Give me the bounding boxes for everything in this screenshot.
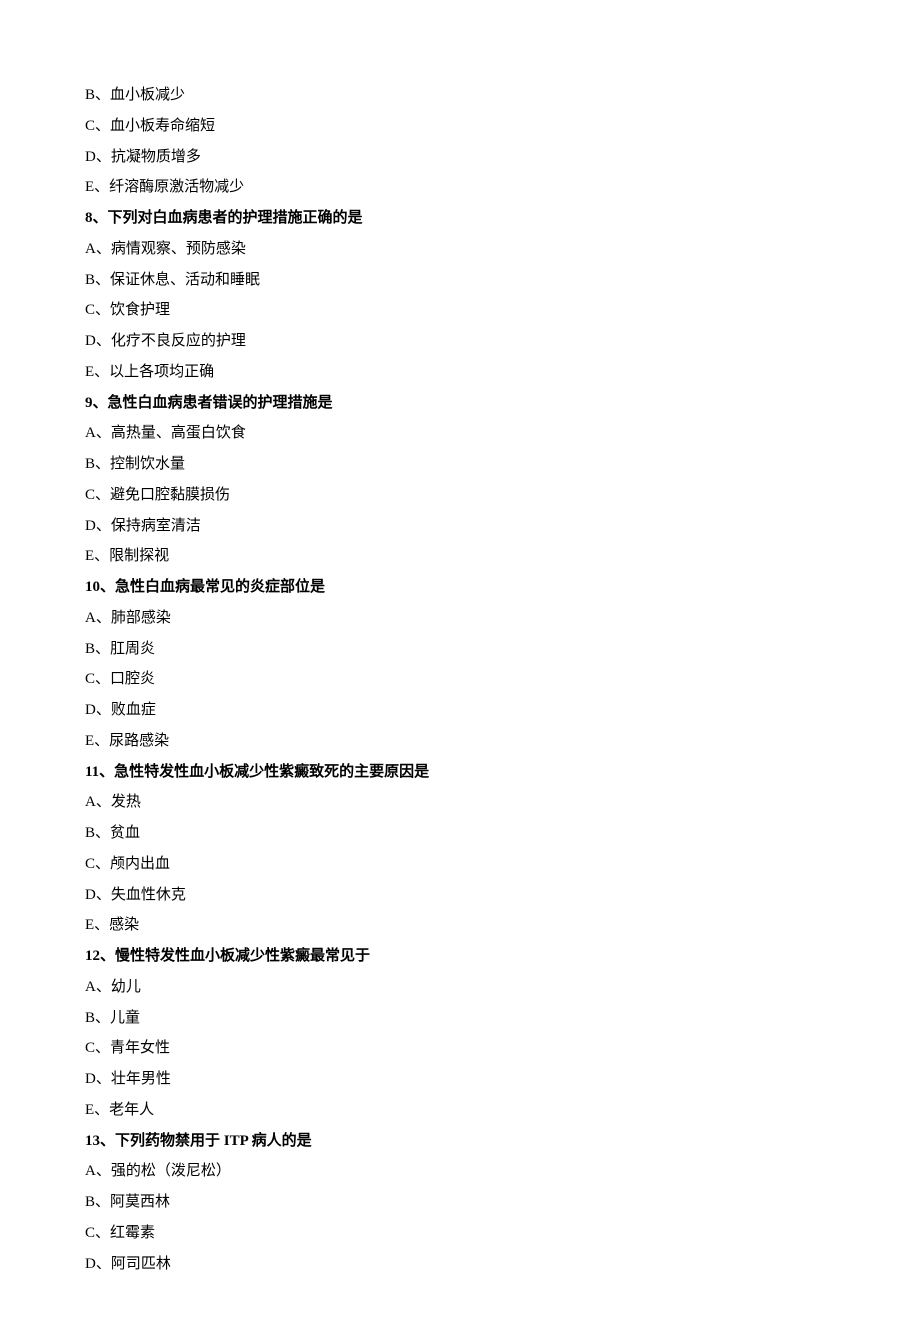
question-line: 9、急性白血病患者错误的护理措施是 [85, 388, 835, 419]
question-line: 12、慢性特发性血小板减少性紫癜最常见于 [85, 941, 835, 972]
option-line: D、壮年男性 [85, 1064, 835, 1095]
option-line: B、保证休息、活动和睡眠 [85, 265, 835, 296]
option-line: E、限制探视 [85, 541, 835, 572]
option-line: B、贫血 [85, 818, 835, 849]
option-line: A、强的松（泼尼松） [85, 1156, 835, 1187]
option-line: E、以上各项均正确 [85, 357, 835, 388]
option-line: E、尿路感染 [85, 726, 835, 757]
question-line: 8、下列对白血病患者的护理措施正确的是 [85, 203, 835, 234]
option-line: D、败血症 [85, 695, 835, 726]
option-line: A、病情观察、预防感染 [85, 234, 835, 265]
option-line: B、肛周炎 [85, 634, 835, 665]
option-line: D、化疗不良反应的护理 [85, 326, 835, 357]
option-line: D、阿司匹林 [85, 1249, 835, 1280]
option-line: C、避免口腔黏膜损伤 [85, 480, 835, 511]
option-line: A、发热 [85, 787, 835, 818]
option-line: B、控制饮水量 [85, 449, 835, 480]
option-line: A、肺部感染 [85, 603, 835, 634]
option-line: C、颅内出血 [85, 849, 835, 880]
option-line: C、饮食护理 [85, 295, 835, 326]
option-line: B、阿莫西林 [85, 1187, 835, 1218]
option-line: C、红霉素 [85, 1218, 835, 1249]
option-line: A、高热量、高蛋白饮食 [85, 418, 835, 449]
option-line: E、纤溶酶原激活物减少 [85, 172, 835, 203]
question-line: 11、急性特发性血小板减少性紫癜致死的主要原因是 [85, 757, 835, 788]
option-line: B、血小板减少 [85, 80, 835, 111]
question-line: 10、急性白血病最常见的炎症部位是 [85, 572, 835, 603]
option-line: C、血小板寿命缩短 [85, 111, 835, 142]
option-line: E、感染 [85, 910, 835, 941]
option-line: E、老年人 [85, 1095, 835, 1126]
option-line: C、口腔炎 [85, 664, 835, 695]
option-line: A、幼儿 [85, 972, 835, 1003]
option-line: D、抗凝物质增多 [85, 142, 835, 173]
option-line: B、儿童 [85, 1003, 835, 1034]
document-content: B、血小板减少C、血小板寿命缩短D、抗凝物质增多E、纤溶酶原激活物减少8、下列对… [85, 80, 835, 1279]
option-line: C、青年女性 [85, 1033, 835, 1064]
option-line: D、失血性休克 [85, 880, 835, 911]
option-line: D、保持病室清洁 [85, 511, 835, 542]
question-line: 13、下列药物禁用于 ITP 病人的是 [85, 1126, 835, 1157]
